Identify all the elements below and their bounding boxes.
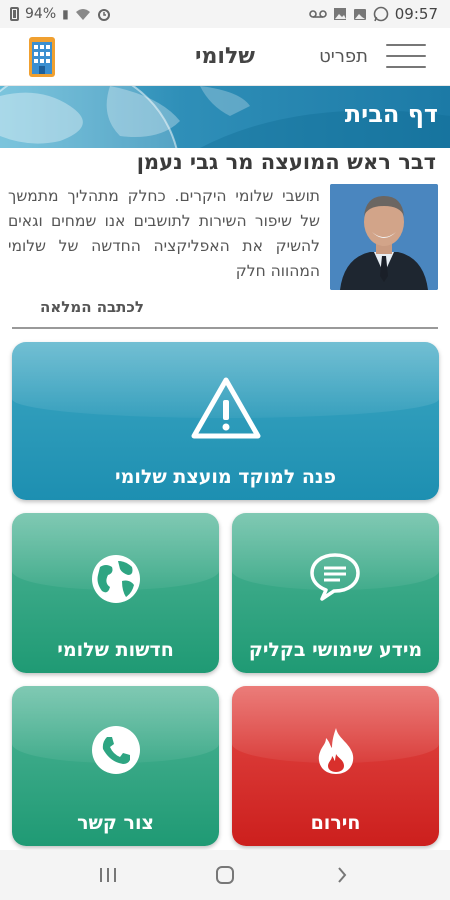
vibrate-icon: ▮ [62, 7, 69, 21]
home-glyph [215, 866, 234, 884]
speech-text: תושבי שלומי היקרים. כחלק מתהליך מתמשך של… [8, 187, 320, 280]
warning-icon [191, 377, 261, 439]
hamburger-line [386, 55, 426, 57]
status-left: 94% ▮ [10, 6, 111, 22]
contact-center-label: פנה למוקד מועצת שלומי [114, 466, 336, 488]
mayor-photo[interactable] [330, 184, 438, 290]
contact-us-label: צור קשר [77, 812, 154, 834]
emergency-label: חירום [310, 812, 361, 834]
page-title: דף הבית [344, 100, 438, 128]
useful-info-label: מידע שימושי בקליק [248, 639, 423, 661]
status-right: 09:57 [308, 5, 438, 23]
alarm-icon [97, 9, 110, 21]
news-tile[interactable]: חדשות שלומי [12, 513, 219, 673]
emergency-tile[interactable]: חירום [232, 686, 439, 846]
phone-icon [92, 726, 140, 774]
voicemail-icon [308, 10, 327, 18]
chat-bubble-icon [310, 553, 360, 601]
useful-info-tile[interactable]: מידע שימושי בקליק [232, 513, 439, 673]
recent-apps-icon[interactable] [88, 860, 128, 890]
speech-heading[interactable]: דבר ראש המועצה מר גבי נעמן [137, 150, 436, 174]
menu-label[interactable]: תפריט [319, 46, 368, 67]
hamburger-line [386, 66, 426, 68]
back-glyph [337, 867, 346, 883]
whatsapp-icon [373, 6, 389, 22]
system-nav-bar [0, 850, 450, 900]
app-bar: שלומי תפריט [0, 28, 450, 86]
back-icon[interactable] [322, 860, 362, 890]
mayor-portrait [330, 184, 438, 290]
news-label: חדשות שלומי [57, 639, 174, 661]
contact-center-tile[interactable]: פנה למוקד מועצת שלומי [12, 342, 439, 500]
battery-icon [10, 7, 19, 21]
wifi-icon [75, 9, 90, 20]
section-divider [12, 327, 438, 329]
fire-icon [318, 728, 354, 774]
status-bar: 94% ▮ 09:57 [0, 0, 450, 28]
globe-icon [92, 555, 140, 603]
hamburger-line [386, 44, 426, 46]
battery-level: 94% [25, 6, 57, 22]
clock: 09:57 [394, 5, 438, 23]
home-icon[interactable] [205, 860, 245, 890]
gallery-icon [353, 9, 366, 20]
hamburger-icon[interactable] [386, 42, 426, 70]
recent-apps-glyph [100, 868, 117, 882]
app-title: שלומי [195, 44, 255, 69]
contact-us-tile[interactable]: צור קשר [12, 686, 219, 846]
page-banner: דף הבית [0, 86, 450, 148]
read-more-link[interactable]: לכתבה המלאה [40, 298, 144, 316]
image-icon [333, 8, 346, 20]
